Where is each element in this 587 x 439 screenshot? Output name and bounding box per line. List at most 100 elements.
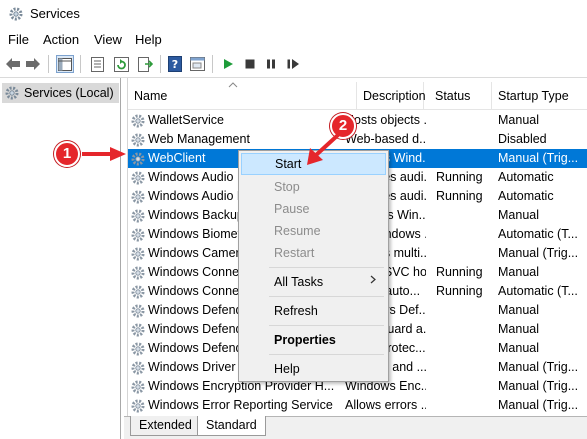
service-startup-type: Automatic (T... [498, 227, 578, 241]
service-status: Running [436, 170, 483, 184]
service-startup-type: Manual (Trig... [498, 151, 579, 165]
show-hide-console-tree-icon[interactable] [56, 55, 74, 73]
toolbar-separator [48, 55, 49, 73]
tree-item-services-local[interactable]: Services (Local) [2, 83, 119, 103]
pause-service-icon[interactable] [262, 55, 280, 73]
service-startup-type: Manual [498, 322, 539, 336]
service-gear-icon [130, 151, 146, 167]
start-service-icon[interactable] [219, 55, 237, 73]
back-icon[interactable] [4, 55, 22, 73]
service-gear-icon [130, 246, 146, 262]
tree-item-label: Services (Local) [24, 86, 114, 100]
menu-action[interactable]: Action [43, 32, 79, 47]
forward-icon[interactable] [24, 55, 42, 73]
column-header-row: Name Description Status Startup Type [128, 82, 587, 110]
column-header-description[interactable]: Description [357, 82, 426, 110]
service-gear-icon [130, 132, 146, 148]
menu-file[interactable]: File [8, 32, 29, 47]
sort-ascending-icon [228, 80, 238, 90]
toolbar-separator [212, 55, 213, 73]
toolbar-separator [160, 55, 161, 73]
context-menu-help[interactable]: Help [241, 358, 386, 380]
service-status [436, 206, 492, 225]
service-status [436, 396, 492, 415]
service-description: Allows errors ... [345, 398, 426, 412]
service-name: Windows Audio [148, 170, 234, 184]
annotation-arrow-right-icon [82, 147, 126, 161]
column-header-status[interactable]: Status [429, 82, 492, 110]
service-gear-icon [130, 303, 146, 319]
console-tree-pane: Services (Local) [0, 78, 121, 439]
refresh-icon[interactable] [112, 55, 130, 73]
help-book-icon[interactable]: ? [166, 55, 184, 73]
service-name-cell: Windows Error Reporting Service [130, 396, 337, 415]
context-menu-refresh[interactable]: Refresh [241, 300, 386, 322]
properties-sheet-icon[interactable] [88, 55, 106, 73]
context-menu-separator [269, 296, 384, 297]
service-status [436, 225, 492, 244]
service-startup-type: Disabled [498, 132, 547, 146]
window-title: Services [30, 6, 80, 21]
context-menu-restart[interactable]: Restart [241, 242, 386, 264]
column-header-name[interactable]: Name [128, 82, 357, 110]
service-name: WebClient [148, 151, 206, 165]
restart-service-icon[interactable] [284, 55, 302, 73]
service-gear-icon [130, 265, 146, 281]
service-startup-type: Manual (Trig... [498, 360, 579, 374]
service-gear-icon [130, 398, 146, 414]
service-startup-type: Manual (Trig... [498, 398, 579, 412]
table-row[interactable]: Web Management Web-based d... Disabled [128, 130, 587, 149]
service-gear-icon [130, 208, 146, 224]
toolbar-separator [80, 55, 81, 73]
stop-service-icon[interactable] [241, 55, 259, 73]
service-gear-icon [130, 227, 146, 243]
submenu-arrow-icon [370, 271, 376, 293]
table-row[interactable]: WalletService Hosts objects ... Manual [128, 111, 587, 130]
services-gear-icon [8, 6, 24, 25]
service-status [436, 244, 492, 263]
service-status [436, 339, 492, 358]
services-gear-icon [4, 85, 20, 101]
service-startup-type: Automatic (T... [498, 284, 578, 298]
context-menu-all-tasks-label: All Tasks [274, 275, 324, 289]
context-menu-stop[interactable]: Stop [241, 176, 386, 198]
context-menu-resume[interactable]: Resume [241, 220, 386, 242]
service-startup-type: Manual (Trig... [498, 379, 579, 393]
service-gear-icon [130, 379, 146, 395]
service-name: Web Management [148, 132, 250, 146]
tab-extended[interactable]: Extended [130, 416, 201, 436]
service-gear-icon [130, 189, 146, 205]
console-window-icon[interactable] [188, 55, 206, 73]
service-name: WalletService [148, 113, 224, 127]
svg-text:?: ? [172, 58, 178, 71]
service-startup-type: Manual [498, 113, 539, 127]
toolbar: ? [0, 50, 587, 78]
service-status [436, 320, 492, 339]
service-gear-icon [130, 113, 146, 129]
service-startup-type: Manual [498, 265, 539, 279]
service-status [436, 301, 492, 320]
service-gear-icon [130, 360, 146, 376]
table-row[interactable]: Windows Error Reporting Service Allows er… [128, 396, 587, 415]
context-menu-all-tasks[interactable]: All Tasks [241, 271, 386, 293]
service-name-cell: WalletService [130, 111, 337, 130]
annotation-arrow-down-left-icon [307, 133, 340, 165]
menu-help[interactable]: Help [135, 32, 162, 47]
tab-standard[interactable]: Standard [197, 416, 266, 436]
service-startup-type: Manual (Trig... [498, 246, 579, 260]
service-status [436, 377, 492, 396]
context-menu-pause[interactable]: Pause [241, 198, 386, 220]
menu-bar: File Action View Help [0, 28, 587, 50]
context-menu-separator [269, 325, 384, 326]
service-status [436, 149, 492, 168]
export-list-icon[interactable] [136, 55, 154, 73]
column-header-startup-type[interactable]: Startup Type [492, 82, 587, 110]
context-menu: Start Stop Pause Resume Restart All Task… [238, 150, 389, 382]
service-gear-icon [130, 284, 146, 300]
context-menu-properties[interactable]: Properties [241, 329, 386, 351]
menu-view[interactable]: View [94, 32, 122, 47]
service-startup-type: Automatic [498, 189, 554, 203]
service-name: Windows Backup [148, 208, 244, 222]
service-startup-type: Automatic [498, 170, 554, 184]
column-header-name-label: Name [134, 89, 168, 103]
